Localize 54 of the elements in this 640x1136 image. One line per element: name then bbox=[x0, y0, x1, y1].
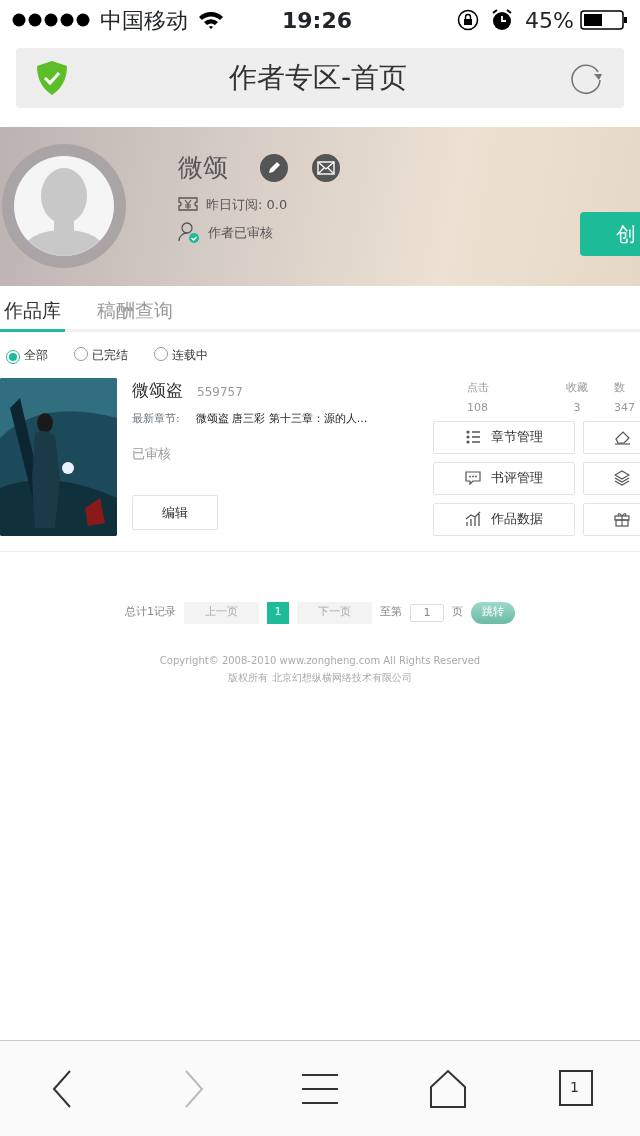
author-name: 微颂 bbox=[178, 152, 228, 184]
edit-button[interactable] bbox=[260, 153, 288, 182]
radio-option[interactable]: 连载中 bbox=[154, 345, 208, 364]
shield-check-icon bbox=[36, 60, 68, 96]
radio-label: 已完结 bbox=[92, 347, 128, 362]
ticket-icon bbox=[178, 196, 198, 213]
carrier-name: 中国移动 bbox=[100, 6, 188, 35]
radio-label: 全部 bbox=[24, 347, 48, 362]
comment-icon bbox=[465, 470, 481, 486]
pencil-icon bbox=[266, 159, 282, 176]
action-button[interactable]: 书评管理 bbox=[433, 461, 575, 495]
bar-chart-icon bbox=[465, 511, 481, 527]
stat-label: 点击 bbox=[465, 379, 490, 396]
message-button[interactable] bbox=[312, 153, 340, 182]
book-number: 559757 bbox=[197, 384, 243, 399]
verification-status: 作者已审核 bbox=[208, 224, 273, 243]
clock-time: 19:26 bbox=[282, 6, 353, 35]
radio-label: 连载中 bbox=[172, 347, 208, 362]
edit-button[interactable]: 编辑 bbox=[132, 495, 218, 530]
radio-option[interactable]: 已完结 bbox=[74, 345, 128, 364]
goto-label: 至第 bbox=[380, 604, 402, 621]
review-status: 已审核 bbox=[132, 444, 172, 463]
subscription-stat: 昨日订阅: 0.0 bbox=[206, 195, 288, 214]
stat-label: 数 bbox=[614, 379, 626, 396]
alarm-icon bbox=[491, 9, 514, 31]
list-icon bbox=[465, 429, 481, 445]
record-count: 总计1记录 bbox=[125, 604, 176, 621]
envelope-icon bbox=[317, 160, 335, 175]
radio-option[interactable]: 全部 bbox=[6, 345, 48, 364]
signal-icon bbox=[12, 13, 92, 27]
field-label: 最新章节: bbox=[132, 411, 180, 427]
page-unit: 页 bbox=[452, 604, 463, 621]
book-title[interactable]: 微颂盗 bbox=[132, 379, 183, 400]
tab-count: 1 bbox=[570, 1077, 579, 1097]
eraser-icon bbox=[614, 429, 630, 445]
tab[interactable]: 作品库 bbox=[0, 296, 65, 332]
company-text: 版权所有 北京幻想纵横网络技术有限公司 bbox=[227, 670, 413, 685]
action-button[interactable]: 章节管理 bbox=[433, 420, 575, 454]
battery-percent: 45% bbox=[525, 6, 574, 35]
latest-chapter-link[interactable]: 微颂盗 唐三彩 第十三章：源的人... bbox=[195, 411, 368, 428]
stat-value: 108 bbox=[466, 400, 489, 416]
action-button[interactable]: 作品数据 bbox=[433, 502, 575, 536]
stat-value: 347 bbox=[614, 400, 636, 416]
address-bar[interactable]: 作者专区-首页 bbox=[16, 48, 624, 108]
wifi-icon bbox=[198, 10, 224, 30]
page-input[interactable]: 1 bbox=[410, 603, 444, 622]
stat-label: 收藏 bbox=[565, 379, 589, 396]
layers-icon bbox=[614, 470, 630, 486]
copyright-text: Copyright© 2008-2010 www.zongheng.com All Rights Reserved bbox=[158, 653, 482, 668]
page-title: 作者专区-首页 bbox=[227, 60, 409, 96]
battery-icon bbox=[580, 9, 628, 31]
verified-user-icon bbox=[178, 222, 200, 244]
gift-icon bbox=[614, 511, 630, 527]
rotation-lock-icon bbox=[457, 9, 480, 31]
